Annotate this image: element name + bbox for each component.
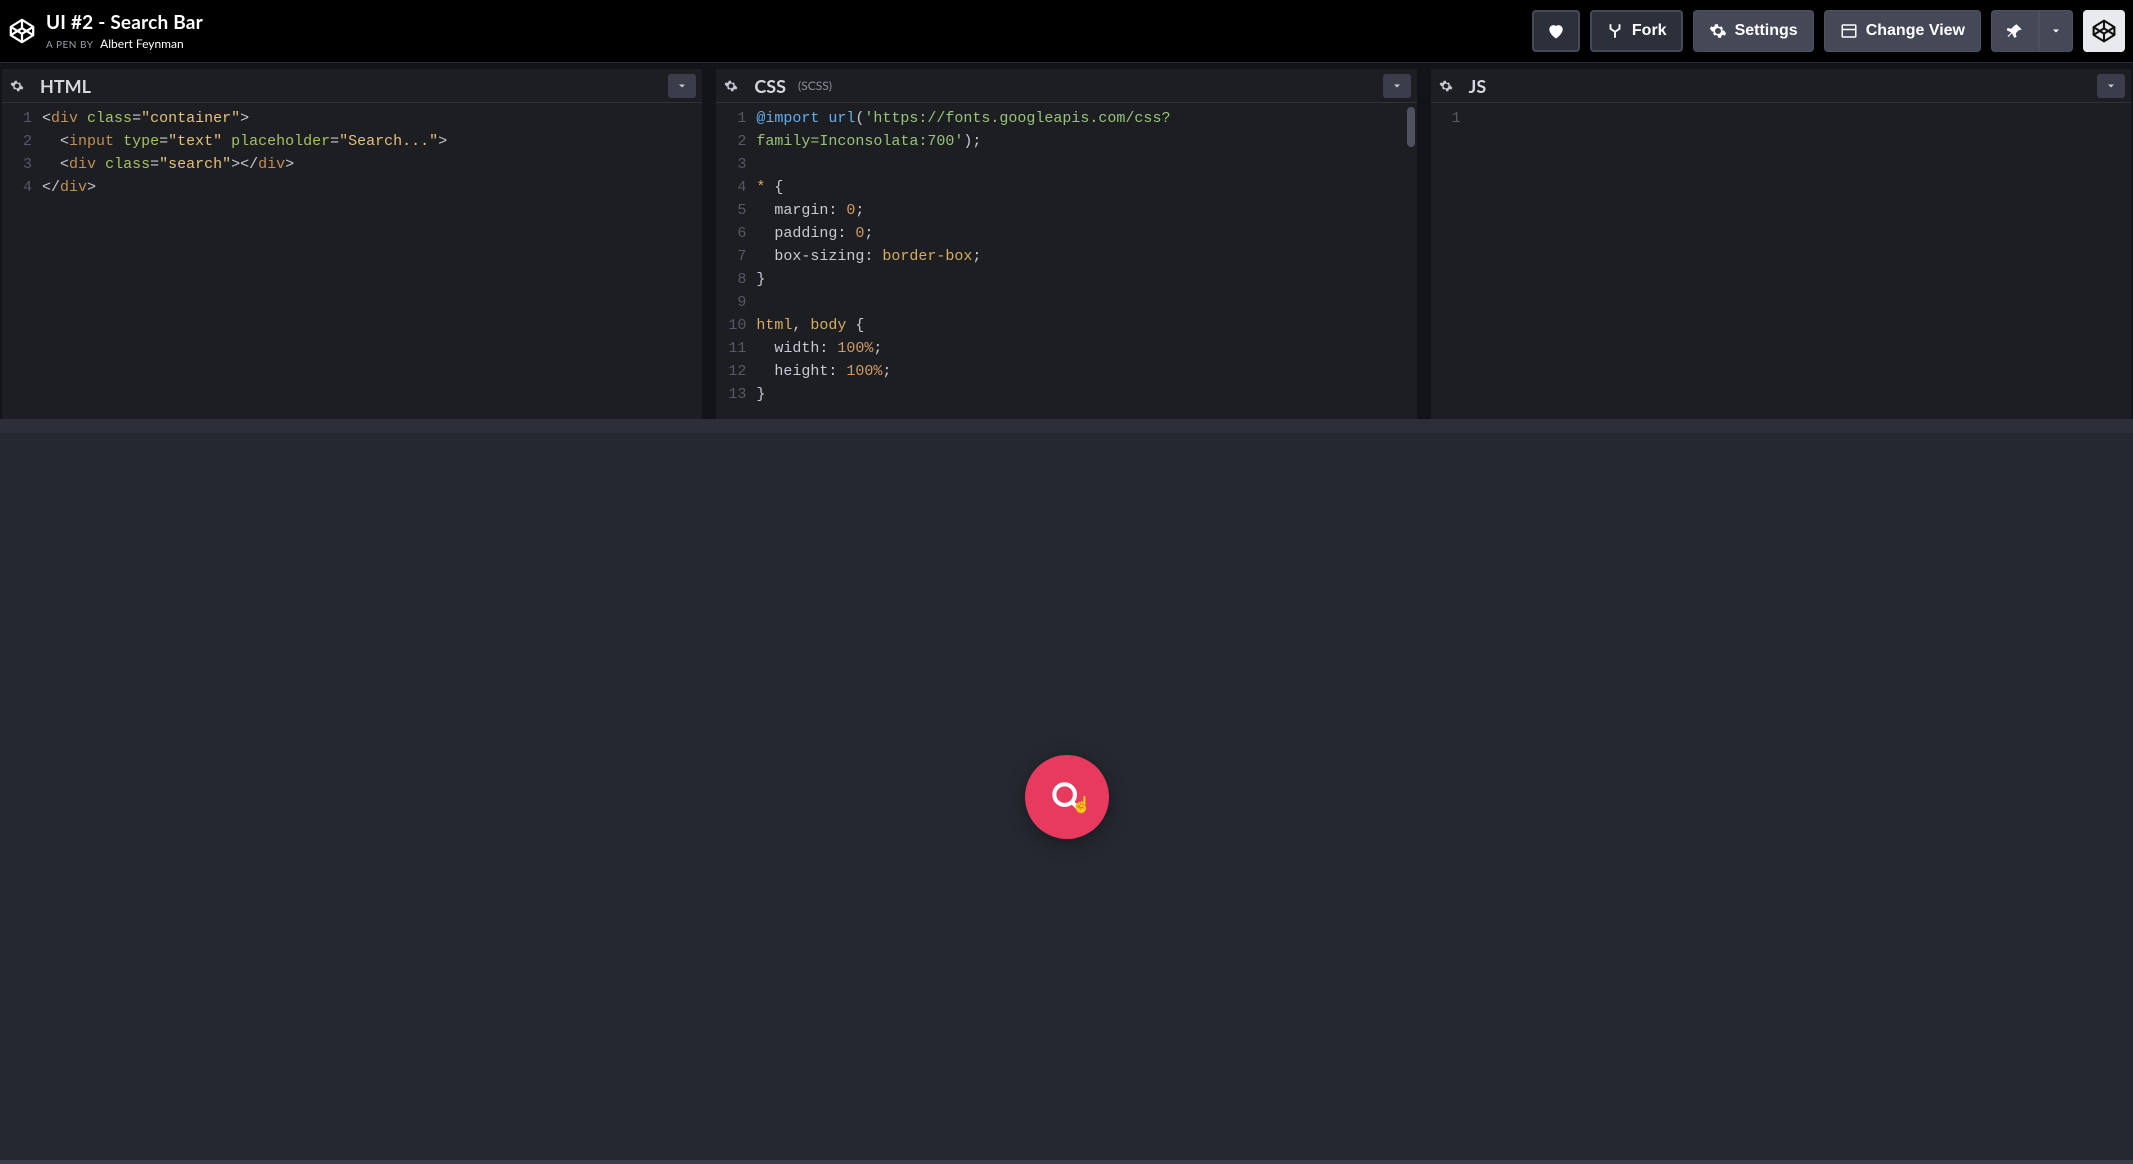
preview-pane[interactable]: ☝️	[0, 433, 2133, 1160]
search-icon	[1048, 778, 1086, 816]
bottom-bar	[0, 1160, 2133, 1164]
panel-html-menu[interactable]	[668, 74, 696, 98]
gear-icon	[10, 79, 24, 93]
panel-js-head: JS	[1431, 69, 2131, 103]
heart-icon	[1546, 21, 1566, 41]
profile-button[interactable]	[2083, 10, 2125, 52]
code-css[interactable]: @import url('https://fonts.googleapis.co…	[756, 103, 1416, 419]
chevron-down-icon	[2050, 25, 2062, 37]
settings-button[interactable]: Settings	[1693, 10, 1814, 52]
pen-titles: UI #2 - Search Bar A PEN BY Albert Feynm…	[46, 11, 203, 51]
panel-html-head: HTML	[2, 69, 702, 103]
gear-icon	[1439, 79, 1453, 93]
layout-icon	[1840, 22, 1858, 40]
codepen-logo[interactable]	[0, 0, 44, 63]
settings-label: Settings	[1735, 22, 1798, 40]
fork-label: Fork	[1632, 22, 1667, 40]
panel-js-settings[interactable]	[1431, 71, 1461, 101]
panel-html: HTML 1234 <div class="container"> <input…	[2, 69, 702, 419]
change-view-label: Change View	[1866, 22, 1965, 40]
panel-css-menu[interactable]	[1383, 74, 1411, 98]
pin-icon	[2006, 22, 2024, 40]
code-html[interactable]: <div class="container"> <input type="tex…	[42, 103, 702, 419]
panel-css-subtitle: (SCSS)	[798, 78, 832, 93]
app-header: UI #2 - Search Bar A PEN BY Albert Feynm…	[0, 0, 2133, 63]
pin-dropdown[interactable]	[2039, 10, 2073, 52]
editors-row: HTML 1234 <div class="container"> <input…	[0, 63, 2133, 433]
editor-js[interactable]: 1	[1431, 103, 2131, 419]
chevron-down-icon	[1391, 80, 1403, 92]
panel-css-title: CSS	[754, 75, 786, 97]
gutter-css: 12345678910111213	[716, 103, 756, 419]
panel-css-head: CSS (SCSS)	[716, 69, 1416, 103]
gear-icon	[724, 79, 738, 93]
fork-button[interactable]: Fork	[1590, 10, 1683, 52]
panel-js-menu[interactable]	[2097, 74, 2125, 98]
pen-author[interactable]: Albert Feynman	[100, 36, 184, 51]
resize-handle[interactable]	[1411, 69, 1425, 419]
panel-html-title: HTML	[40, 75, 91, 97]
heart-button[interactable]	[1532, 10, 1580, 52]
panel-js: JS 1	[1431, 69, 2131, 419]
change-view-button[interactable]: Change View	[1824, 10, 1981, 52]
panel-css-settings[interactable]	[716, 71, 746, 101]
panel-html-settings[interactable]	[2, 71, 32, 101]
panel-js-title: JS	[1469, 75, 1487, 97]
pen-byline: A PEN BY Albert Feynman	[46, 36, 203, 51]
panel-css: CSS (SCSS) 12345678910111213 @import url…	[716, 69, 1416, 419]
code-js[interactable]	[1471, 103, 2131, 419]
pen-title[interactable]: UI #2 - Search Bar	[46, 11, 203, 34]
resize-handle[interactable]	[696, 69, 710, 419]
search-button[interactable]: ☝️	[1025, 755, 1109, 839]
codepen-logo-icon	[2091, 18, 2117, 44]
gutter-html: 1234	[2, 103, 42, 419]
editor-html[interactable]: 1234 <div class="container"> <input type…	[2, 103, 702, 419]
pin-button[interactable]	[1991, 10, 2039, 52]
gear-icon	[1709, 22, 1727, 40]
fork-icon	[1606, 22, 1624, 40]
gutter-js: 1	[1431, 103, 1471, 419]
pin-button-group	[1991, 10, 2073, 52]
chevron-down-icon	[2105, 80, 2117, 92]
byline-label: A PEN BY	[46, 39, 93, 51]
chevron-down-icon	[676, 80, 688, 92]
editor-css[interactable]: 12345678910111213 @import url('https://f…	[716, 103, 1416, 419]
